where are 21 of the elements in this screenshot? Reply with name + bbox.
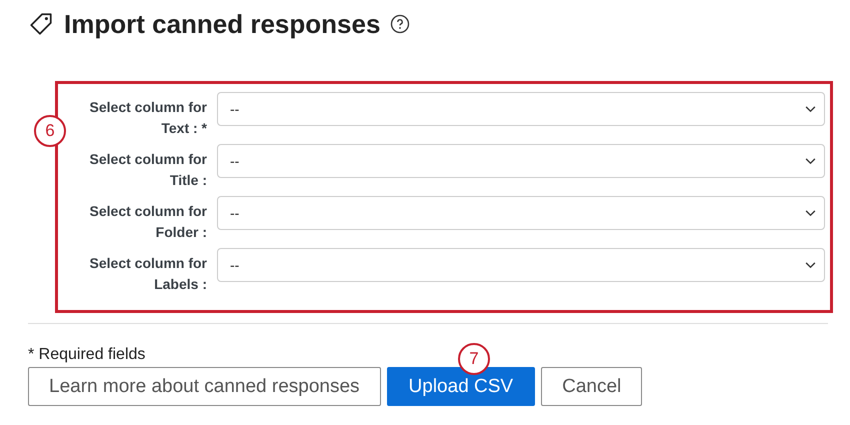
upload-button[interactable]: Upload CSV (386, 367, 536, 406)
page-title: Import canned responses (64, 8, 380, 40)
tag-icon (28, 11, 54, 37)
secondary-button[interactable]: Cancel (541, 367, 642, 406)
chevron-icon (805, 106, 816, 112)
chevron-icon (805, 262, 816, 268)
column-select[interactable]: -- (217, 144, 825, 178)
required-note: * Required fields (28, 345, 146, 365)
secondary-button[interactable]: Learn more about canned responses (28, 367, 381, 406)
field-label: Select column for Text : * (88, 98, 207, 138)
column-select[interactable]: -- (217, 196, 825, 230)
step-callout: 7 (458, 343, 490, 375)
help-icon[interactable] (390, 14, 410, 34)
step-callout: 6 (34, 115, 66, 147)
field-label: Select column for Title : (88, 150, 207, 190)
column-select[interactable]: -- (217, 248, 825, 282)
field-label: Select column for Folder : (88, 202, 207, 242)
chevron-icon (805, 210, 816, 216)
field-label: Select column for Labels : (88, 254, 207, 294)
column-select[interactable]: -- (217, 92, 825, 126)
chevron-icon (805, 158, 816, 164)
